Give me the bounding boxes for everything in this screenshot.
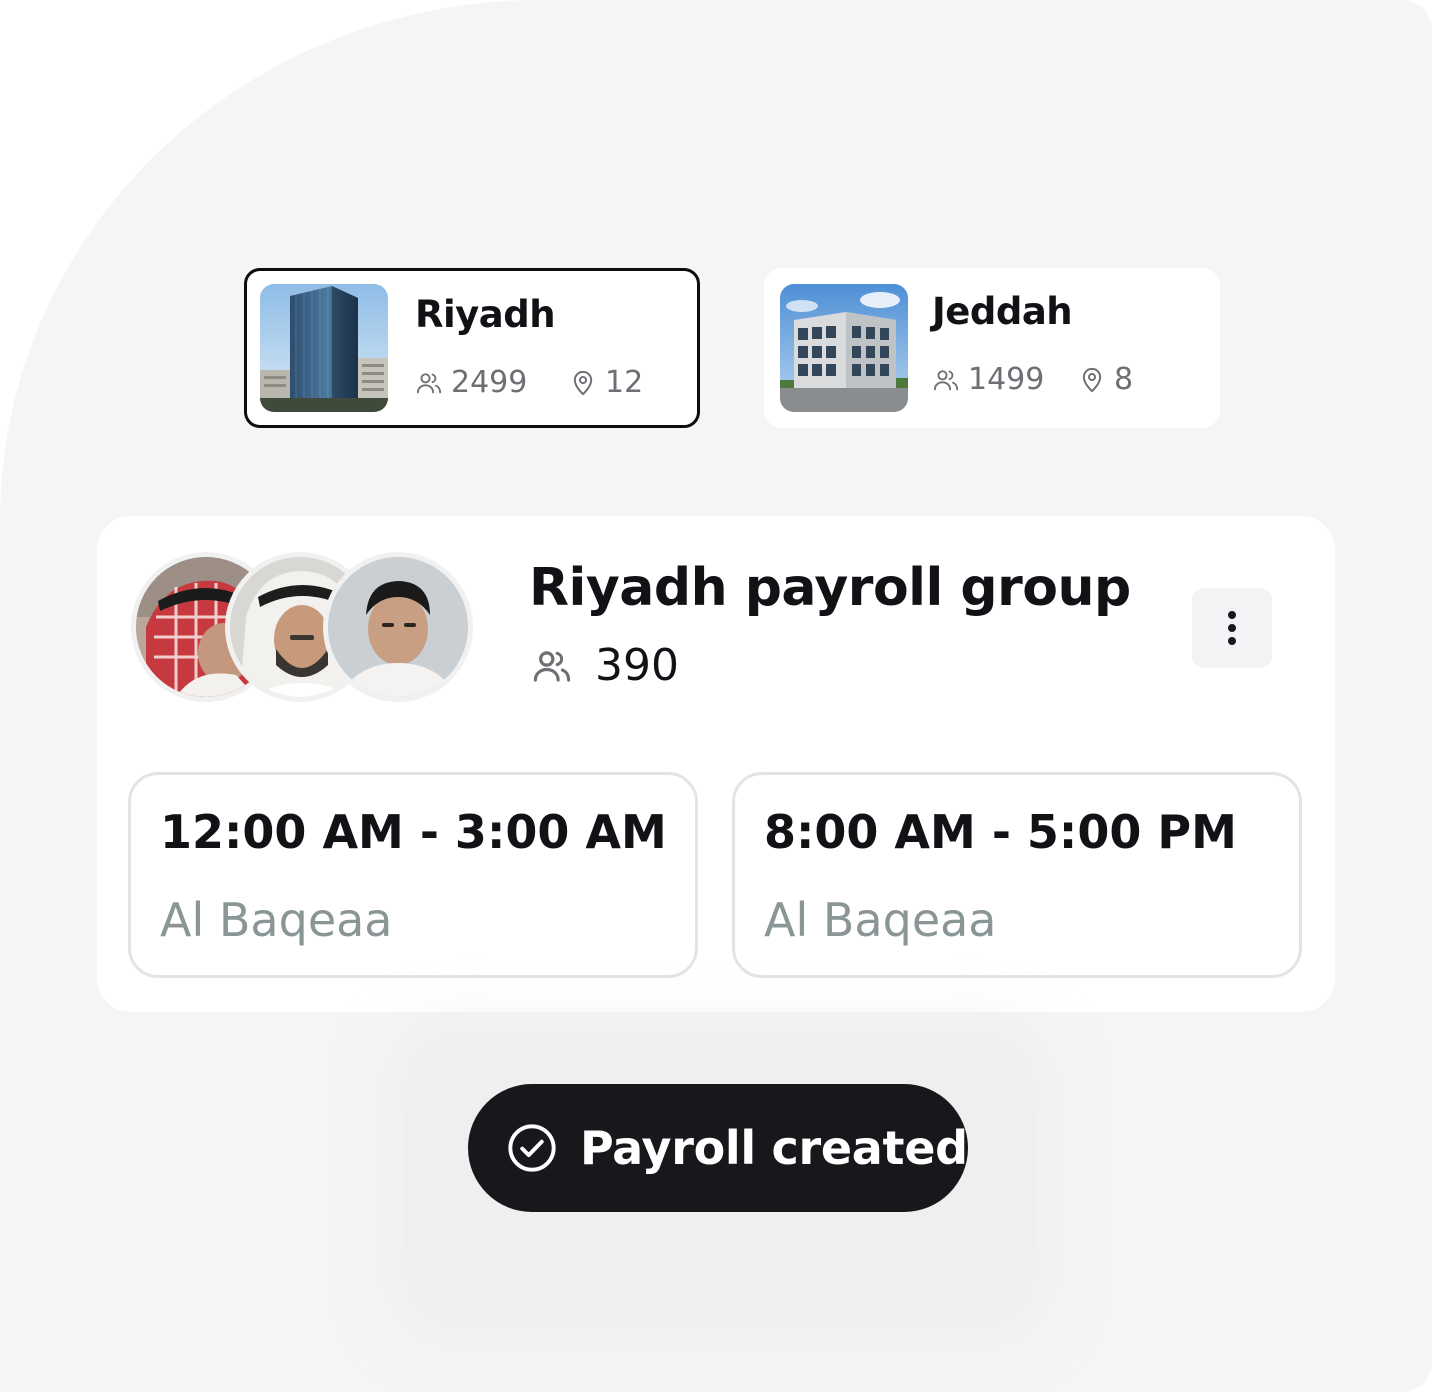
location-card-riyadh[interactable]: Riyadh 2499 12	[244, 268, 700, 428]
shift-card[interactable]: 12:00 AM - 3:00 AM Al Baqeaa	[128, 772, 698, 978]
employee-count: 1499	[932, 362, 1044, 397]
location-card-jeddah[interactable]: Jeddah 1499 8	[764, 268, 1220, 428]
users-icon	[533, 650, 571, 682]
shift-time: 8:00 AM - 5:00 PM	[764, 805, 1237, 859]
employee-count: 2499	[415, 365, 527, 400]
more-vertical-icon	[1228, 611, 1236, 645]
more-options-button[interactable]	[1192, 588, 1272, 668]
shift-time: 12:00 AM - 3:00 AM	[160, 805, 667, 859]
payroll-created-toast: Payroll created	[468, 1084, 968, 1212]
users-icon	[416, 372, 442, 393]
riyadh-building-image	[260, 284, 388, 412]
site-count: 12	[569, 365, 643, 400]
jeddah-building-image	[780, 284, 908, 412]
shift-card[interactable]: 8:00 AM - 5:00 PM Al Baqeaa	[732, 772, 1302, 978]
site-count: 8	[1078, 362, 1133, 397]
location-name: Riyadh	[415, 293, 556, 336]
shift-location: Al Baqeaa	[160, 893, 393, 947]
check-circle-icon	[508, 1124, 556, 1172]
shift-location: Al Baqeaa	[764, 893, 997, 947]
location-name: Jeddah	[932, 290, 1073, 333]
toast-label: Payroll created	[580, 1121, 968, 1175]
avatar	[323, 552, 473, 702]
group-member-count: 390	[531, 640, 679, 691]
payroll-group-card[interactable]: Riyadh payroll group 390 12:00 AM - 3:00…	[97, 516, 1335, 1012]
map-pin-icon	[573, 370, 593, 395]
map-pin-icon	[1082, 367, 1102, 392]
group-title: Riyadh payroll group	[529, 558, 1131, 618]
users-icon	[933, 369, 959, 390]
